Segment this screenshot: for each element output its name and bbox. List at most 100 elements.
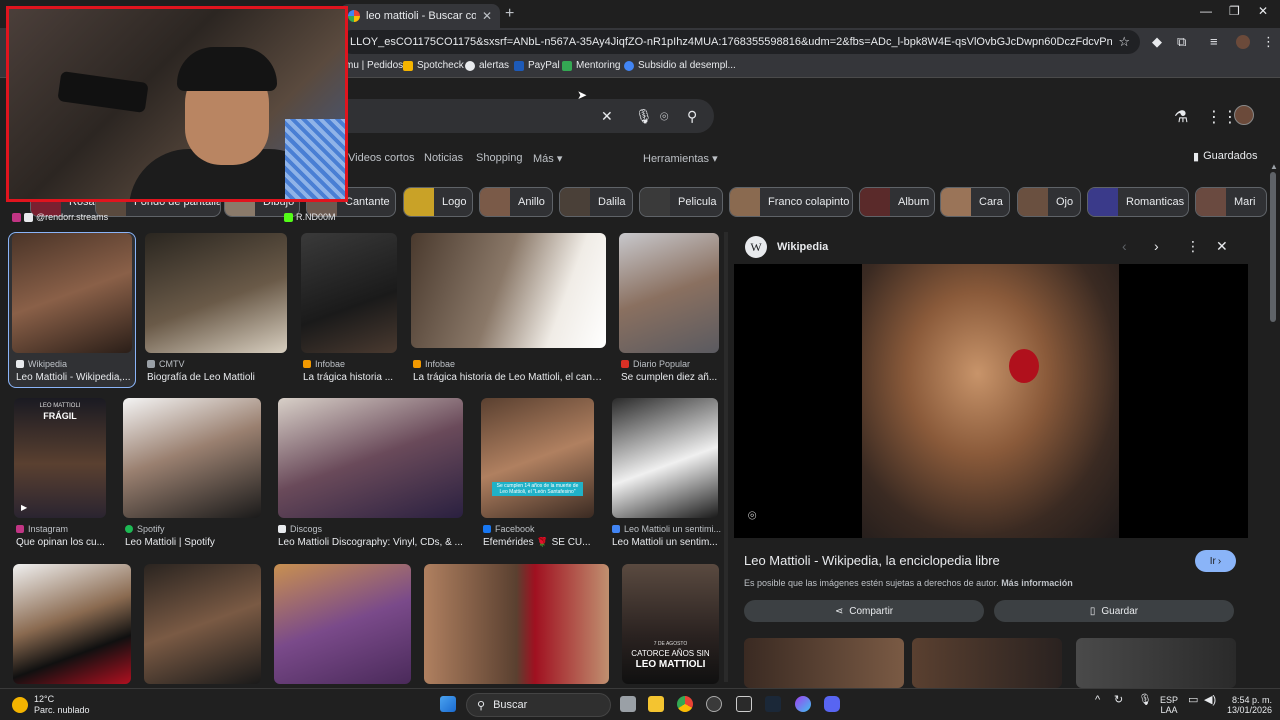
preview-image[interactable]: ⌾ [734, 264, 1248, 538]
bookmark-item[interactable]: PayPal [514, 60, 560, 71]
lens-search-icon[interactable]: ⌾ [660, 108, 668, 125]
result-caption: Leo Mattioli | Spotify [125, 537, 215, 548]
image-result[interactable]: LEO MATTIOLI FRÁGIL ▶ Instagram Que opin… [14, 398, 106, 548]
chip-pelicula[interactable]: Pelicula [639, 187, 723, 217]
address-bar[interactable]: LLOY_esCO1175CO1175&sxsrf=ANbL-n567A-35A… [340, 30, 1140, 54]
related-image[interactable] [744, 638, 904, 688]
menu-kebab-icon[interactable]: ⋮ [1262, 34, 1275, 50]
image-result[interactable]: CMTV Biografía de Leo Mattioli [145, 233, 287, 383]
chip-dalila[interactable]: Dalila [559, 187, 633, 217]
image-result[interactable]: Wikipedia Leo Mattioli - Wikipedia,... [12, 233, 132, 383]
discord-icon[interactable] [824, 696, 840, 712]
next-icon[interactable]: › [1154, 238, 1159, 254]
image-result[interactable] [144, 564, 261, 684]
apps-grid-icon[interactable]: ⋮⋮ [1206, 107, 1238, 127]
chip-romanticas[interactable]: Romanticas [1087, 187, 1189, 217]
image-result[interactable]: Infobae La trágica historia ... [301, 233, 397, 383]
image-result[interactable] [13, 564, 131, 684]
steam-icon[interactable] [765, 696, 781, 712]
start-windows-icon[interactable] [440, 696, 456, 712]
app-icon[interactable] [795, 696, 811, 712]
image-result[interactable]: 7 DE AGOSTO CATORCE AÑOS SIN LEO MATTIOL… [622, 564, 719, 684]
more-info-link[interactable]: Más información [1001, 578, 1073, 588]
sync-icon[interactable]: ↻ [1114, 695, 1123, 706]
image-result[interactable]: Infobae La trágica historia de Leo Matti… [411, 233, 606, 383]
lens-icon[interactable]: ⌾ [748, 507, 756, 524]
chip-anillo[interactable]: Anillo [479, 187, 553, 217]
clock[interactable]: 8:54 p. m. 13/01/2026 [1227, 695, 1272, 715]
bookmark-item[interactable]: Subsidio al desempl... [624, 60, 736, 71]
scroll-up-icon[interactable]: ▲ [1270, 162, 1278, 171]
tools-menu[interactable]: Herramientas ▾ [643, 152, 718, 165]
related-image[interactable] [1076, 638, 1236, 688]
chip-mari[interactable]: Mari [1195, 187, 1267, 217]
preview-source[interactable]: W Wikipedia [745, 236, 828, 258]
extension-diamond-icon[interactable]: ◆ [1152, 34, 1162, 50]
chip-album[interactable]: Album [859, 187, 935, 217]
image-result[interactable] [274, 564, 411, 684]
file-explorer-icon[interactable] [648, 696, 664, 712]
image-result[interactable]: Diario Popular Se cumplen diez añ... [619, 233, 719, 383]
bookmark-item[interactable]: Mentoring [562, 60, 620, 71]
language-indicator[interactable]: ESP LAA [1160, 695, 1178, 715]
image-result[interactable]: Se cumplen 14 años de la muerte de Leo M… [481, 398, 594, 548]
close-tab-icon[interactable]: ✕ [482, 9, 492, 23]
microphone-icon[interactable]: 🎙 [1138, 695, 1152, 706]
bookmark-item[interactable]: alertas [465, 60, 509, 71]
network-icon[interactable]: ▭ [1188, 695, 1198, 706]
close-window-icon[interactable]: ✕ [1258, 4, 1268, 18]
search-input[interactable]: ✕ 🎙 ⌾ ⚲ [330, 99, 714, 133]
close-preview-icon[interactable]: ✕ [1216, 238, 1228, 255]
task-view-icon[interactable] [620, 696, 636, 712]
bookmark-item[interactable]: Spotcheck [403, 60, 464, 71]
image-name-text: LEO MATTIOLI [635, 659, 706, 670]
labs-flask-icon[interactable]: ⚗ [1174, 107, 1188, 127]
results-scrollbar[interactable] [724, 232, 728, 682]
background-pattern [285, 119, 345, 199]
tab-videos-cortos[interactable]: Videos cortos [348, 152, 414, 164]
browser-tab[interactable]: leo mattioli - Buscar con Goog ✕ [340, 4, 500, 28]
more-options-icon[interactable]: ⋮ [1186, 238, 1200, 255]
chip-franco-colapinto[interactable]: Franco colapinto [729, 187, 853, 217]
share-button[interactable]: ⋖ Compartir [744, 600, 984, 622]
account-avatar[interactable] [1234, 105, 1254, 125]
tab-more[interactable]: Más ▾ [533, 152, 562, 165]
image-result[interactable]: Leo Mattioli un sentimi... Leo Mattioli … [612, 398, 722, 548]
voice-search-icon[interactable]: 🎙 [635, 108, 653, 125]
address-url: LLOY_esCO1175CO1175&sxsrf=ANbL-n567A-35A… [350, 36, 1113, 48]
chip-cara[interactable]: Cara [940, 187, 1010, 217]
related-image[interactable] [912, 638, 1062, 688]
chrome-icon[interactable] [677, 696, 693, 712]
clear-search-icon[interactable]: ✕ [601, 108, 613, 125]
weather-widget[interactable]: 12°C Parc. nublado [12, 694, 90, 716]
tab-noticias[interactable]: Noticias [424, 152, 463, 164]
minimize-icon[interactable]: — [1200, 4, 1212, 18]
scroll-thumb[interactable] [1270, 172, 1276, 322]
tab-shopping[interactable]: Shopping [476, 152, 523, 164]
visit-button[interactable]: Ir › [1195, 550, 1236, 572]
preview-title[interactable]: Leo Mattioli - Wikipedia, la enciclopedi… [744, 553, 1000, 568]
maximize-icon[interactable]: ❐ [1229, 4, 1240, 18]
bookmark-item[interactable]: mu | Pedidos [345, 60, 403, 71]
saved-link[interactable]: ▮ Guardados [1193, 150, 1258, 163]
bookmark-star-icon[interactable]: ☆ [1118, 34, 1130, 50]
previous-icon[interactable]: ‹ [1122, 238, 1127, 254]
reading-list-icon[interactable]: ≡ [1210, 34, 1218, 49]
new-tab-icon[interactable]: + [505, 5, 514, 23]
obs-icon[interactable] [706, 696, 722, 712]
page-scrollbar[interactable]: ▲ ▼ [1270, 162, 1278, 720]
image-result[interactable]: Spotify Leo Mattioli | Spotify [123, 398, 261, 548]
save-button[interactable]: ▯ Guardar [994, 600, 1234, 622]
extensions-puzzle-icon[interactable]: ⧉ [1177, 34, 1186, 50]
taskbar-search[interactable]: ⚲ Buscar [466, 693, 611, 717]
search-icon[interactable]: ⚲ [687, 108, 697, 125]
image-result[interactable] [424, 564, 609, 684]
volume-icon[interactable]: ◀) [1204, 695, 1216, 706]
image-result[interactable]: Discogs Leo Mattioli Discography: Vinyl,… [278, 398, 463, 548]
epic-games-icon[interactable] [736, 696, 752, 712]
show-hidden-icons[interactable]: ^ [1095, 695, 1100, 706]
chip-ojo[interactable]: Ojo [1017, 187, 1081, 217]
result-source: Leo Mattioli un sentimi... [624, 524, 722, 534]
chip-logo[interactable]: Logo [403, 187, 473, 217]
profile-avatar-icon[interactable] [1236, 35, 1250, 49]
